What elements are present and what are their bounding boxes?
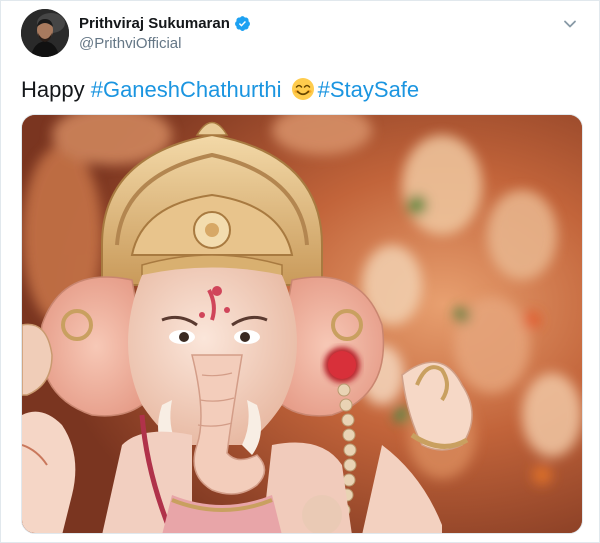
chevron-down-icon[interactable] [561, 15, 579, 33]
smiling-face-emoji-icon [291, 77, 315, 101]
tweet-photo[interactable] [21, 114, 583, 534]
tweet-card: Prithviraj Sukumaran @PrithviOfficial Ha… [0, 0, 600, 543]
hashtag-stay-safe[interactable]: #StaySafe [318, 77, 420, 102]
avatar[interactable] [21, 9, 69, 57]
verified-badge-icon [234, 15, 251, 32]
handle[interactable]: @PrithviOfficial [79, 35, 251, 52]
tweet-text-prefix: Happy [21, 77, 91, 102]
display-name[interactable]: Prithviraj Sukumaran [79, 15, 230, 32]
tweet-text: Happy #GaneshChathurthi #StaySafe [21, 76, 419, 104]
hashtag-ganesh-chathurthi[interactable]: #GaneshChathurthi [91, 77, 282, 102]
author-block: Prithviraj Sukumaran @PrithviOfficial [79, 15, 251, 52]
tweet-header: Prithviraj Sukumaran @PrithviOfficial [21, 9, 585, 59]
name-row: Prithviraj Sukumaran [79, 15, 251, 32]
